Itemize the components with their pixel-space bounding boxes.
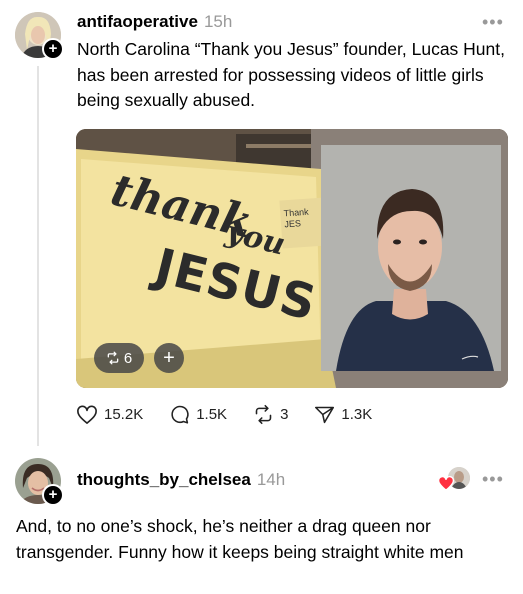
image-repost-count: 6 [123, 349, 133, 367]
post-timestamp: 15h [203, 12, 233, 31]
repost-button[interactable]: 3 [253, 404, 288, 425]
follow-plus-icon[interactable]: + [42, 484, 64, 506]
liked-by-author-indicator [436, 467, 470, 491]
image-repost-badge[interactable]: 6 [94, 343, 144, 373]
thread-line [37, 66, 39, 446]
comment-count: 1.5K [196, 406, 228, 423]
repost-icon [107, 351, 119, 365]
share-count: 1.3K [341, 406, 373, 423]
repost-icon [255, 404, 272, 425]
reply-more-icon[interactable]: ••• [482, 469, 504, 490]
post-actions: 15.2K 1.5K 3 1.3K [76, 404, 398, 425]
follow-plus-icon[interactable]: + [42, 38, 64, 60]
post-more-icon[interactable]: ••• [482, 12, 504, 33]
post-text: North Carolina “Thank you Jesus” founder… [77, 39, 505, 110]
repost-count: 3 [280, 406, 289, 423]
share-button[interactable]: 1.3K [314, 404, 372, 425]
send-icon [315, 406, 335, 424]
heart-icon [77, 405, 97, 424]
small-sign-text: Thank JES [283, 206, 309, 230]
post-image[interactable]: thank you JESUS Thank JES 6 + [76, 129, 508, 388]
image-plus-button[interactable]: + [154, 343, 184, 373]
heart-filled-icon [438, 476, 454, 491]
reply-timestamp: 14h [256, 470, 286, 489]
comment-icon [171, 405, 189, 424]
reply-text: And, to no one’s shock, he’s neither a d… [16, 516, 464, 562]
like-count: 15.2K [104, 406, 144, 423]
like-button[interactable]: 15.2K [76, 405, 143, 425]
reply-username[interactable]: thoughts_by_chelsea [77, 470, 251, 489]
post-username[interactable]: antifaoperative [77, 12, 198, 31]
comment-button[interactable]: 1.5K [169, 404, 227, 425]
